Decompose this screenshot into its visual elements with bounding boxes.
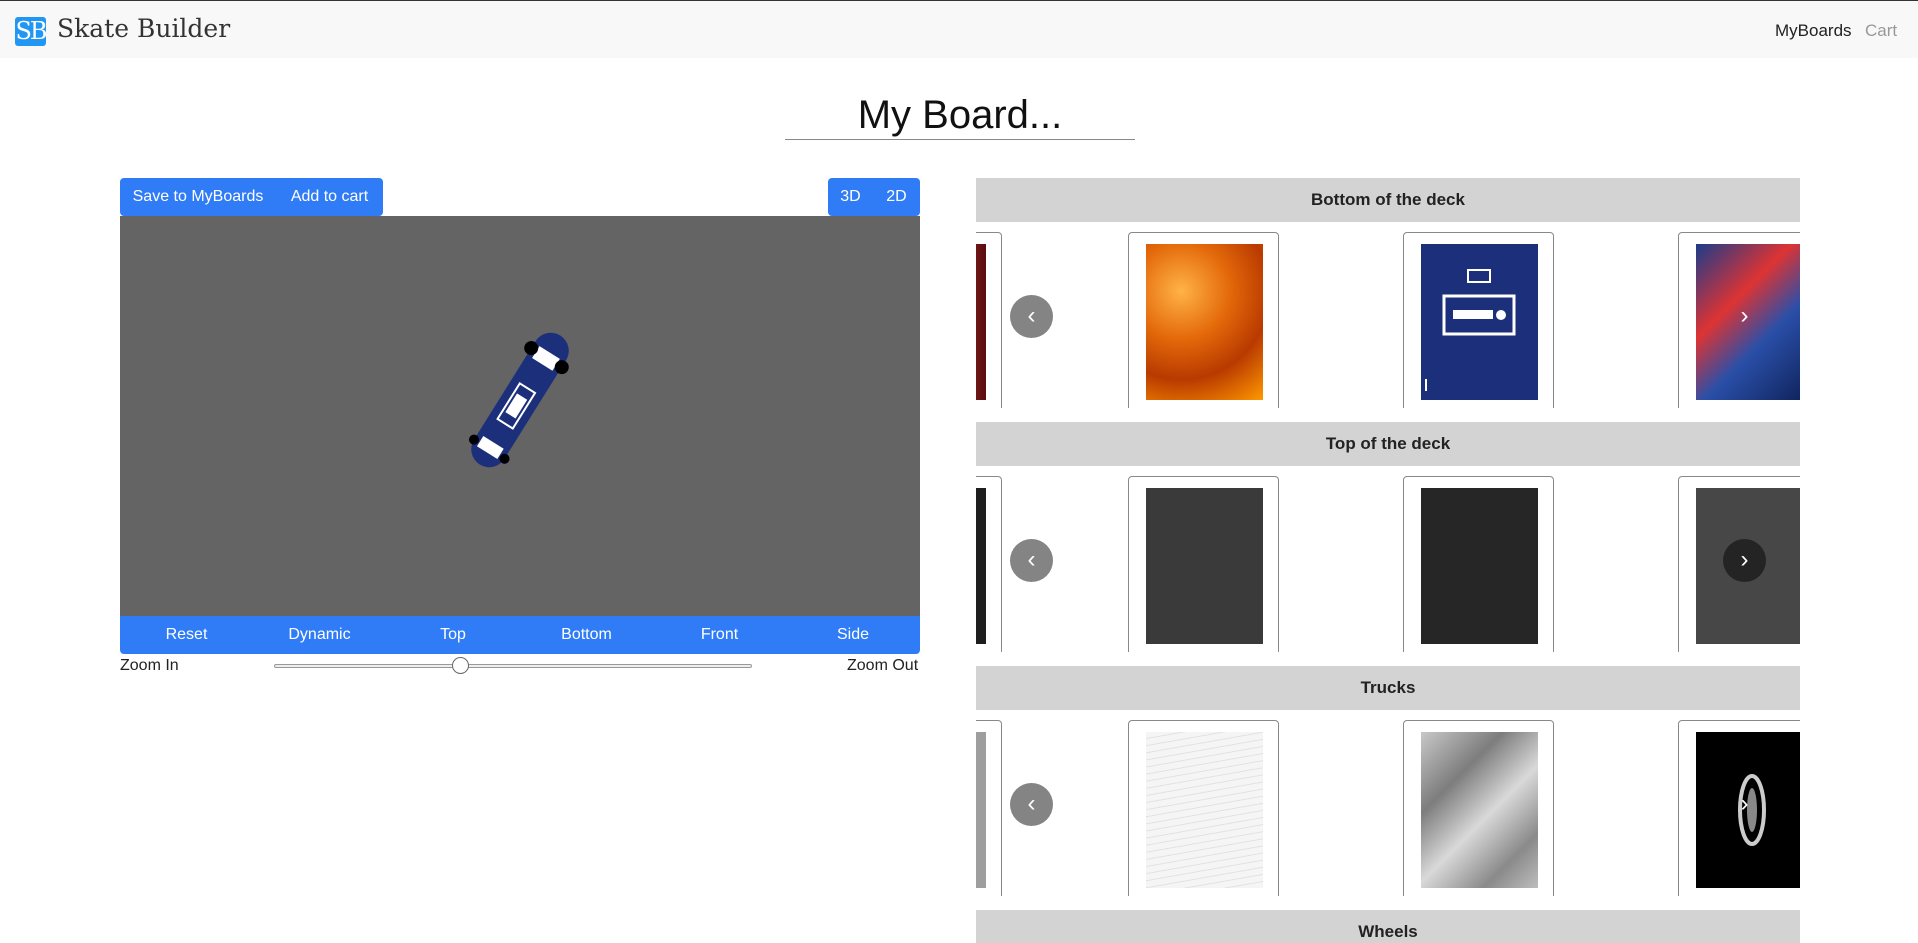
carousel-next-button[interactable]: › <box>1723 295 1766 338</box>
carousel-next-button[interactable]: › <box>1723 783 1766 826</box>
zoom-slider[interactable] <box>274 664 752 668</box>
texture-thumbnail <box>1146 488 1263 644</box>
carousel-top-deck: ‹ › <box>976 470 1800 652</box>
texture-card[interactable] <box>976 720 1002 896</box>
texture-thumbnail <box>1421 488 1538 644</box>
texture-card[interactable] <box>1403 720 1554 896</box>
texture-card[interactable] <box>976 232 1002 408</box>
view-reset-button[interactable]: Reset <box>120 616 253 654</box>
zoom-in-label: Zoom In <box>120 657 179 674</box>
carousel-bottom-deck: ‹ › <box>976 226 1800 408</box>
chevron-right-icon: › <box>1740 302 1749 329</box>
view-bottom-button[interactable]: Bottom <box>520 616 653 654</box>
carousel-prev-button[interactable]: ‹ <box>1010 539 1053 582</box>
nav-link-myboards[interactable]: MyBoards <box>1775 21 1852 41</box>
section-header-bottom-deck: Bottom of the deck <box>976 178 1800 222</box>
texture-thumbnail <box>1421 732 1538 888</box>
zoom-out-label: Zoom Out <box>847 657 919 674</box>
texture-thumbnail <box>1421 244 1538 400</box>
save-button[interactable]: Save to MyBoards <box>120 178 276 216</box>
texture-thumbnail <box>1146 732 1263 888</box>
texture-thumbnail <box>976 244 986 400</box>
chevron-left-icon: ‹ <box>1027 302 1036 329</box>
mode-2d-button[interactable]: 2D <box>873 178 920 216</box>
texture-thumbnail <box>976 732 986 888</box>
brand-name[interactable]: Skate Builder <box>57 14 230 43</box>
texture-thumbnail <box>1146 244 1263 400</box>
texture-card[interactable] <box>1403 232 1554 408</box>
texture-thumbnail <box>976 488 986 644</box>
view-front-button[interactable]: Front <box>653 616 786 654</box>
chevron-left-icon: ‹ <box>1027 546 1036 573</box>
carousel-prev-button[interactable]: ‹ <box>1010 295 1053 338</box>
board-title-input[interactable]: My Board... <box>785 90 1135 140</box>
chevron-right-icon: › <box>1740 546 1749 573</box>
nav-link-cart[interactable]: Cart <box>1865 21 1897 41</box>
restroom-sign-icon <box>1425 269 1516 391</box>
skateboard-model <box>468 332 569 468</box>
mode-3d-button[interactable]: 3D <box>828 178 873 216</box>
view-dynamic-button[interactable]: Dynamic <box>253 616 386 654</box>
chevron-left-icon: ‹ <box>1027 790 1036 817</box>
texture-card[interactable] <box>1403 476 1554 652</box>
section-header-top-deck: Top of the deck <box>976 422 1800 466</box>
texture-card[interactable] <box>976 476 1002 652</box>
section-header-trucks: Trucks <box>976 666 1800 710</box>
brand-logo[interactable]: SB <box>15 17 48 46</box>
view-bar: Reset Dynamic Top Bottom Front Side <box>120 616 920 654</box>
texture-card[interactable] <box>1128 232 1279 408</box>
view-side-button[interactable]: Side <box>786 616 920 654</box>
carousel-next-button[interactable]: › <box>1723 539 1766 582</box>
zoom-slider-thumb[interactable] <box>451 657 469 674</box>
texture-card[interactable] <box>1128 720 1279 896</box>
carousel-prev-button[interactable]: ‹ <box>1010 783 1053 826</box>
navbar: SB Skate Builder MyBoards Cart <box>0 0 1918 58</box>
section-header-wheels: Wheels <box>976 910 1800 943</box>
view-top-button[interactable]: Top <box>386 616 520 654</box>
texture-card[interactable] <box>1128 476 1279 652</box>
carousel-trucks: ‹ › <box>976 714 1800 896</box>
chevron-right-icon: › <box>1740 790 1749 817</box>
add-to-cart-button[interactable]: Add to cart <box>276 178 383 216</box>
